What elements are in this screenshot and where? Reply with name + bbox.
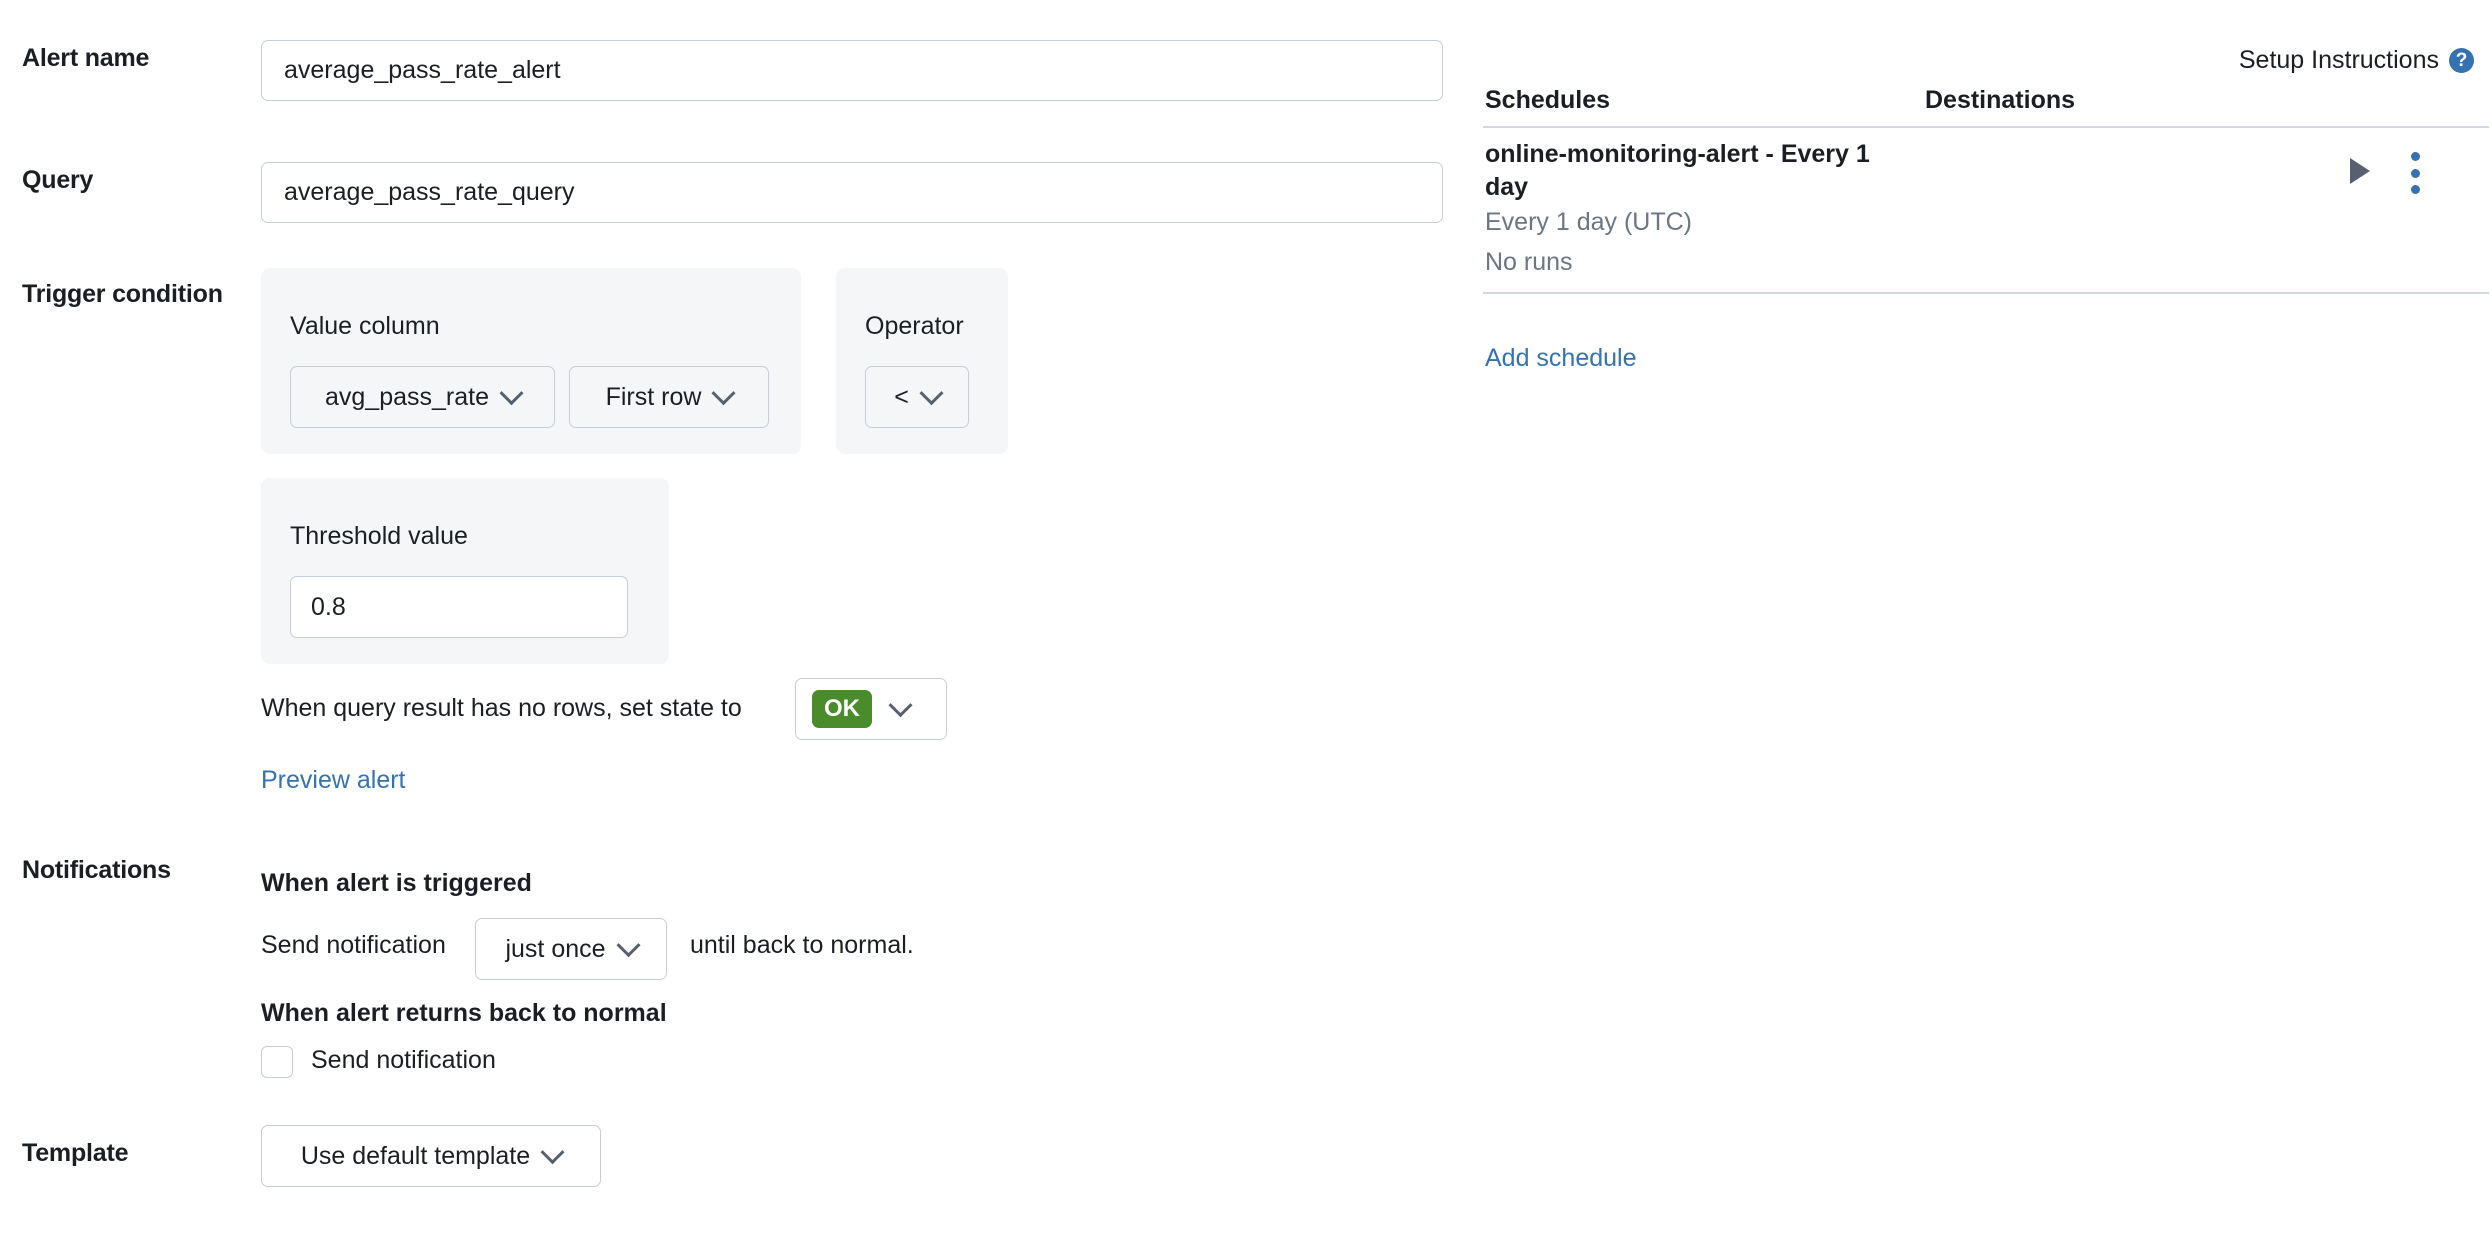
schedule-runs: No runs xyxy=(1485,248,1573,276)
value-column-select[interactable]: avg_pass_rate xyxy=(290,366,555,428)
value-column-select-value: avg_pass_rate xyxy=(324,382,489,411)
threshold-value-input[interactable]: 0.8 xyxy=(290,576,628,638)
alert-name-label: Alert name xyxy=(22,44,150,72)
threshold-value-label: Threshold value xyxy=(290,522,468,550)
play-icon[interactable] xyxy=(2350,158,2370,184)
schedule-row-divider xyxy=(1483,292,2489,294)
when-alert-triggered-heading: When alert is triggered xyxy=(261,869,532,897)
chevron-down-icon xyxy=(499,380,524,405)
notification-frequency-select[interactable]: just once xyxy=(475,918,667,980)
send-notification-prefix: Send notification xyxy=(261,931,446,959)
setup-instructions-label: Setup Instructions xyxy=(2238,46,2439,74)
chevron-down-icon xyxy=(919,380,944,405)
no-rows-text: When query result has no rows, set state… xyxy=(261,694,742,722)
threshold-panel: Threshold value 0.8 xyxy=(261,478,669,664)
value-column-panel: Value column avg_pass_rate First row xyxy=(261,268,801,454)
schedules-panel: Setup Instructions ? Schedules Destinati… xyxy=(1470,0,2492,1234)
chevron-down-icon xyxy=(540,1139,565,1164)
setup-instructions-link[interactable]: Setup Instructions ? xyxy=(2239,46,2474,75)
schedule-cadence: Every 1 day (UTC) xyxy=(1485,208,1692,236)
when-alert-normal-heading: When alert returns back to normal xyxy=(261,999,667,1027)
chevron-down-icon xyxy=(711,380,736,405)
add-schedule-link[interactable]: Add schedule xyxy=(1485,344,1637,373)
send-notification-checkbox-label: Send notification xyxy=(311,1046,496,1074)
schedule-title: online-monitoring-alert - Every 1 day xyxy=(1485,140,1870,201)
send-notification-suffix: until back to normal. xyxy=(690,931,914,959)
template-label: Template xyxy=(22,1139,129,1167)
operator-label: Operator xyxy=(865,312,964,340)
query-label: Query xyxy=(22,166,94,194)
aggregation-select[interactable]: First row xyxy=(569,366,769,428)
send-notification-checkbox[interactable] xyxy=(261,1046,293,1078)
preview-alert-link[interactable]: Preview alert xyxy=(261,766,406,795)
operator-select[interactable]: < xyxy=(865,366,969,428)
value-column-label: Value column xyxy=(290,312,440,340)
template-select-value: Use default template xyxy=(300,1141,531,1170)
question-mark-circle-icon[interactable]: ? xyxy=(2449,48,2474,73)
status-badge: OK xyxy=(812,690,872,728)
chevron-down-icon xyxy=(888,692,913,717)
template-select[interactable]: Use default template xyxy=(261,1125,601,1187)
destinations-column-header: Destinations xyxy=(1925,86,2076,114)
notifications-label: Notifications xyxy=(22,856,171,884)
operator-select-value: < xyxy=(894,382,909,411)
query-input[interactable]: average_pass_rate_query xyxy=(261,162,1443,223)
operator-panel: Operator < xyxy=(836,268,1008,454)
schedules-column-header: Schedules xyxy=(1485,86,1611,114)
alert-settings-form: Alert name average_pass_rate_alert Query… xyxy=(0,0,1460,1234)
no-rows-state-select[interactable]: OK xyxy=(795,678,947,740)
trigger-condition-label: Trigger condition xyxy=(22,280,223,308)
kebab-menu-icon[interactable] xyxy=(2408,152,2422,194)
notification-frequency-value: just once xyxy=(505,934,606,963)
header-divider xyxy=(1483,126,2489,128)
chevron-down-icon xyxy=(616,932,641,957)
aggregation-select-value: First row xyxy=(605,382,702,411)
alert-name-input[interactable]: average_pass_rate_alert xyxy=(261,40,1443,101)
